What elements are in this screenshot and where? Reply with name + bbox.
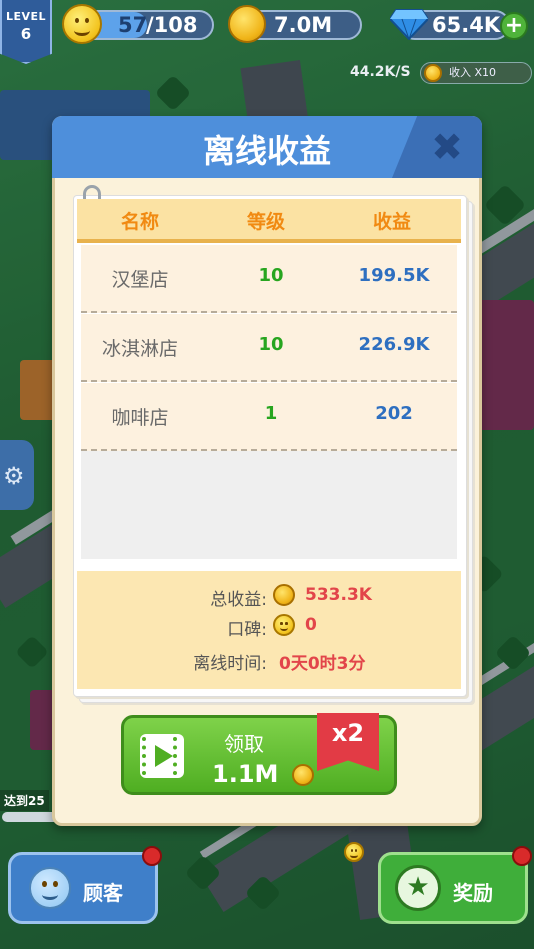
column-header-income: 收益 (373, 211, 412, 233)
smiley-icon (273, 614, 295, 636)
add-gems-button[interactable]: + (500, 12, 528, 40)
reputation-value: 0 (305, 615, 317, 635)
goal-label: 达到25 (0, 790, 49, 811)
level-label: LEVEL (5, 10, 47, 23)
video-icon (140, 734, 184, 778)
settings-tab[interactable]: ⚙ (0, 440, 34, 510)
coin-icon (292, 764, 314, 786)
notification-dot (512, 846, 532, 866)
shop-list: 汉堡店 10 199.5K 冰淇淋店 10 226.9K 咖啡店 1 202 (81, 245, 457, 452)
offline-earnings-dialog: 离线收益 ✖ 名称 等级 收益 汉堡店 10 199.5K 冰淇淋店 10 22… (52, 116, 482, 826)
customer-label: 顾客 (83, 881, 123, 905)
coin-icon (273, 584, 295, 606)
table-row: 咖啡店 1 202 (81, 383, 457, 451)
income-boost-badge[interactable]: 收入 X10 (420, 62, 532, 84)
reputation-current: 57 (118, 13, 148, 37)
medal-icon: ★ (395, 865, 441, 911)
offline-time-label: 离线时间: (193, 654, 267, 674)
shop-income: 226.9K (358, 334, 430, 355)
table-header: 名称 等级 收益 (77, 199, 461, 243)
shop-name: 咖啡店 (111, 407, 169, 429)
multiplier-label: x2 (331, 719, 365, 747)
smiley-icon (344, 842, 364, 862)
income-boost-label: 收入 X10 (449, 66, 497, 79)
shop-level: 10 (258, 265, 284, 286)
reputation-total: /108 (146, 13, 198, 37)
total-income-label: 总收益: (210, 590, 267, 610)
reward-button[interactable]: ★ 奖励 (378, 852, 528, 924)
gear-icon: ⚙ (3, 462, 25, 490)
shop-level: 10 (258, 334, 284, 355)
shop-name: 冰淇淋店 (101, 338, 178, 360)
shop-level: 1 (264, 403, 278, 424)
customer-button[interactable]: 顾客 (8, 852, 158, 924)
offline-time-value: 0天0时3分 (279, 654, 366, 674)
table-row: 汉堡店 10 199.5K (81, 245, 457, 313)
customer-icon (29, 867, 71, 909)
close-button[interactable]: ✖ (422, 122, 472, 172)
coin-amount: 7.0M (274, 13, 333, 37)
claim-amount: 1.1M (212, 760, 279, 788)
level-value: 6 (20, 25, 32, 43)
reward-label: 奖励 (453, 881, 493, 905)
column-header-level: 等级 (247, 211, 286, 233)
income-rate: 44.2K/S (350, 64, 411, 80)
coin-icon (424, 64, 442, 82)
gem-amount: 65.4K (432, 13, 501, 37)
coin-icon (228, 5, 266, 43)
reputation-label: 口碑: (227, 620, 267, 640)
level-badge: LEVEL 6 (0, 0, 52, 64)
shop-income: 202 (375, 403, 413, 424)
column-header-name: 名称 (121, 211, 160, 233)
empty-list-area (81, 451, 457, 559)
dialog-header: 离线收益 ✖ (52, 116, 482, 178)
diamond-icon (390, 9, 428, 40)
notification-dot (142, 846, 162, 866)
shop-name: 汉堡店 (111, 269, 169, 291)
claim-label: 领取 (224, 732, 264, 756)
table-row: 冰淇淋店 10 226.9K (81, 314, 457, 382)
dialog-title: 离线收益 (202, 132, 331, 170)
close-icon: ✖ (431, 125, 463, 169)
total-income-value: 533.3K (305, 585, 372, 605)
shop-income: 199.5K (358, 265, 430, 286)
reputation-smiley-icon (62, 4, 102, 44)
summary-panel: 总收益: 533.3K 口碑: 0 离线时间: 0天0时3分 (77, 571, 461, 689)
